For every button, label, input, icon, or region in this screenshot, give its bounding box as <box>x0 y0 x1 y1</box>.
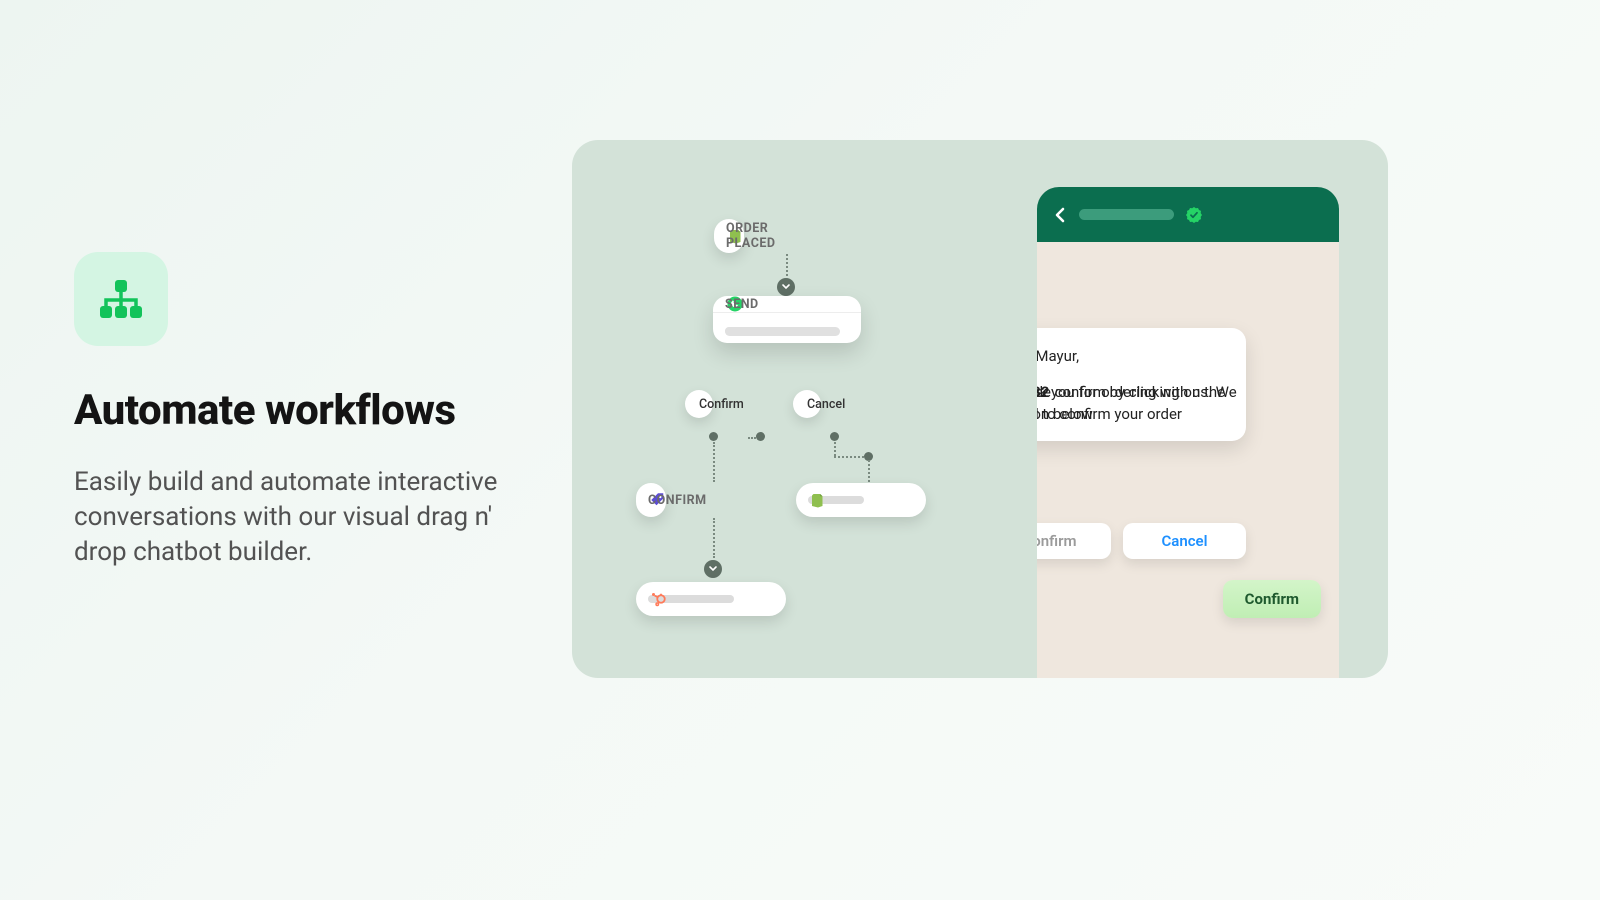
msg-greeting: Hey Mayur, <box>1037 346 1228 368</box>
workflow-icon <box>74 252 168 346</box>
sent-confirm-bubble: Confirm <box>1223 580 1321 618</box>
chevron-down-icon <box>704 560 722 578</box>
branch-confirm[interactable]: Confirm <box>685 390 713 418</box>
chip-label: Cancel <box>807 397 845 412</box>
chevron-left-icon[interactable] <box>1053 207 1067 223</box>
reply-confirm-button[interactable]: Confirm <box>1037 523 1111 559</box>
contact-name-placeholder <box>1079 209 1174 220</box>
hubspot-icon <box>648 589 668 609</box>
node-label: SEND <box>725 297 759 312</box>
chevron-down-icon <box>777 278 795 296</box>
branch-cancel[interactable]: Cancel <box>793 390 821 418</box>
verified-badge-icon <box>1186 207 1202 223</box>
workflow-canvas: ORDER PLACED SEND Confirm Cancel <box>572 140 1388 678</box>
message-bubble: Hey Mayur, Thank you for ordering with u… <box>1037 328 1246 441</box>
quick-replies: Confirm Cancel <box>1037 523 1246 559</box>
placeholder-line <box>725 327 792 335</box>
chip-label: Confirm <box>699 397 744 412</box>
node-label: CONFIRM <box>648 493 707 508</box>
left-column: Automate workflows Easily build and auto… <box>74 252 514 570</box>
node-label: ORDER PLACED <box>726 221 776 251</box>
node-confirm[interactable]: CONFIRM <box>636 483 666 517</box>
node-hubspot[interactable] <box>636 582 786 616</box>
node-send[interactable]: SEND <box>713 296 861 343</box>
shopify-icon <box>808 490 828 510</box>
phone-header <box>1037 187 1339 242</box>
node-order-placed[interactable]: ORDER PLACED <box>714 219 744 253</box>
headline: Automate workflows <box>74 386 514 435</box>
phone-preview: Hey Mayur, Thank you for ordering with u… <box>1037 187 1339 678</box>
subcopy: Easily build and automate interactive co… <box>74 465 514 570</box>
reply-cancel-button[interactable]: Cancel <box>1123 523 1246 559</box>
node-shopify[interactable] <box>796 483 926 517</box>
